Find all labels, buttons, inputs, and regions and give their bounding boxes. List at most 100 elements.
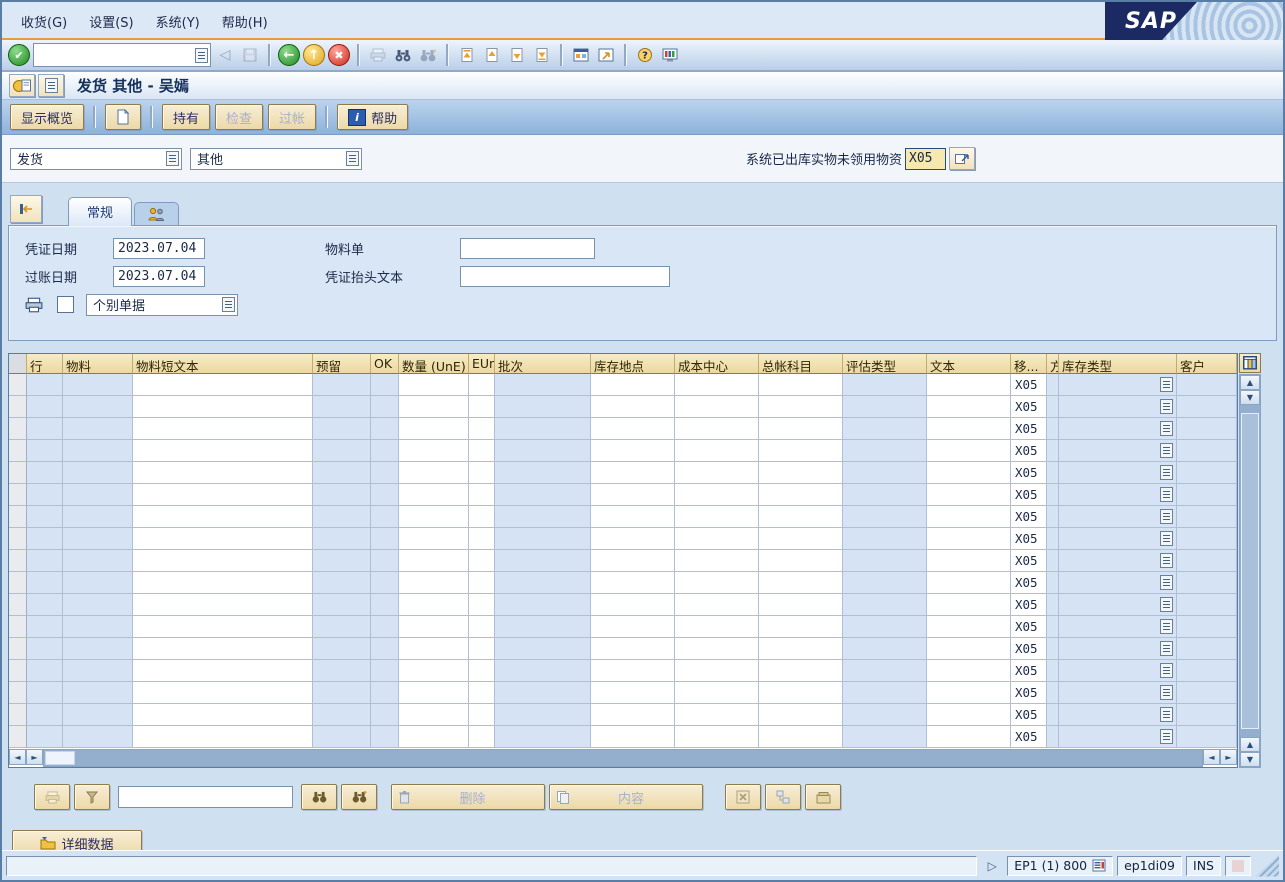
cell-gl_account[interactable]: [759, 418, 843, 440]
cell-quantity[interactable]: [399, 418, 469, 440]
cell-ok[interactable]: [371, 616, 399, 638]
cell-eun[interactable]: [469, 572, 495, 594]
display-overview-button[interactable]: 显示概览: [10, 104, 84, 130]
cell-customer[interactable]: [1177, 484, 1237, 506]
cell-valuation_type[interactable]: [843, 440, 927, 462]
stock-type-dropdown-icon[interactable]: [1160, 399, 1173, 414]
stock-type-dropdown-icon[interactable]: [1160, 707, 1173, 722]
cell-cost_center[interactable]: [675, 528, 759, 550]
clear-button[interactable]: [725, 784, 761, 810]
cell-direction[interactable]: [1047, 594, 1059, 616]
column-header-quantity[interactable]: 数量 (UnE): [399, 354, 469, 374]
cell-cost_center[interactable]: [675, 638, 759, 660]
cell-gl_account[interactable]: [759, 528, 843, 550]
first-page-icon[interactable]: [456, 44, 478, 66]
movement-type-field[interactable]: X05: [905, 148, 946, 170]
cell-material_short_text[interactable]: [133, 638, 313, 660]
previous-page-icon[interactable]: [481, 44, 503, 66]
cell-gl_account[interactable]: [759, 462, 843, 484]
menu-settings[interactable]: 设置(S): [78, 7, 144, 38]
column-header-text[interactable]: 文本: [927, 354, 1011, 374]
cell-material[interactable]: [63, 572, 133, 594]
cell-quantity[interactable]: [399, 704, 469, 726]
stock-type-dropdown-icon[interactable]: [1160, 421, 1173, 436]
stock-type-dropdown-icon[interactable]: [1160, 575, 1173, 590]
cell-valuation_type[interactable]: [843, 396, 927, 418]
cell-ok[interactable]: [371, 506, 399, 528]
cell-gl_account[interactable]: [759, 616, 843, 638]
column-header-direction[interactable]: 方: [1047, 354, 1059, 374]
cell-storage_location[interactable]: [591, 726, 675, 748]
cell-reservation[interactable]: [313, 638, 371, 660]
cell-storage_location[interactable]: [591, 594, 675, 616]
cell-cost_center[interactable]: [675, 726, 759, 748]
check-button[interactable]: 检查: [215, 104, 263, 130]
cell-text[interactable]: [927, 440, 1011, 462]
cell-customer[interactable]: [1177, 528, 1237, 550]
cell-valuation_type[interactable]: [843, 616, 927, 638]
tab-general[interactable]: 常规: [68, 197, 132, 226]
slip-type-select[interactable]: 个别单据: [86, 294, 238, 316]
cell-eun[interactable]: [469, 726, 495, 748]
cell-storage_location[interactable]: [591, 528, 675, 550]
cell-ok[interactable]: [371, 704, 399, 726]
cell-text[interactable]: [927, 638, 1011, 660]
cell-stock_type[interactable]: [1059, 682, 1177, 704]
cell-direction[interactable]: [1047, 704, 1059, 726]
cell-material_short_text[interactable]: [133, 418, 313, 440]
cell-batch[interactable]: [495, 660, 591, 682]
stock-type-dropdown-icon[interactable]: [1160, 553, 1173, 568]
cell-reservation[interactable]: [313, 550, 371, 572]
cell-stock_type[interactable]: [1059, 484, 1177, 506]
cell-ok[interactable]: [371, 462, 399, 484]
cell-customer[interactable]: [1177, 682, 1237, 704]
cell-stock_type[interactable]: [1059, 616, 1177, 638]
menu-goods-receipt[interactable]: 收货(G): [10, 7, 78, 38]
copy-structure-button[interactable]: [765, 784, 801, 810]
cell-cost_center[interactable]: [675, 550, 759, 572]
delete-item-button[interactable]: 删除: [391, 784, 545, 810]
material-slip-field[interactable]: [460, 238, 595, 259]
cell-stock_type[interactable]: [1059, 660, 1177, 682]
next-page-icon[interactable]: [506, 44, 528, 66]
archive-button[interactable]: [805, 784, 841, 810]
column-header-material[interactable]: 物料: [63, 354, 133, 374]
cell-material_short_text[interactable]: [133, 550, 313, 572]
services-for-object-button[interactable]: [9, 74, 35, 97]
tab-partner[interactable]: [134, 202, 179, 225]
cell-batch[interactable]: [495, 638, 591, 660]
cell-eun[interactable]: [469, 660, 495, 682]
posting-date-field[interactable]: 2023.07.04: [113, 266, 205, 287]
command-dropdown-icon[interactable]: [195, 48, 208, 63]
cell-line[interactable]: [27, 638, 63, 660]
cell-stock_type[interactable]: [1059, 462, 1177, 484]
dropdown-icon[interactable]: [166, 151, 179, 166]
cell-eun[interactable]: [469, 418, 495, 440]
cell-text[interactable]: [927, 418, 1011, 440]
cell-movement_type[interactable]: X05: [1011, 594, 1047, 616]
cell-batch[interactable]: [495, 572, 591, 594]
cell-cost_center[interactable]: [675, 374, 759, 396]
new-session-icon[interactable]: [570, 44, 592, 66]
title-menu-button[interactable]: [38, 74, 64, 97]
cell-storage_location[interactable]: [591, 462, 675, 484]
cell-stock_type[interactable]: [1059, 396, 1177, 418]
row-selector[interactable]: [9, 638, 27, 660]
cell-line[interactable]: [27, 396, 63, 418]
find-next-icon[interactable]: [417, 44, 439, 66]
cell-line[interactable]: [27, 660, 63, 682]
cell-storage_location[interactable]: [591, 704, 675, 726]
cell-eun[interactable]: [469, 440, 495, 462]
cell-ok[interactable]: [371, 594, 399, 616]
save-icon[interactable]: [239, 44, 261, 66]
system-list-icon[interactable]: [1092, 859, 1106, 872]
scroll-left-icon[interactable]: [1203, 749, 1220, 765]
dropdown-icon[interactable]: [222, 297, 235, 312]
cell-direction[interactable]: [1047, 682, 1059, 704]
cell-eun[interactable]: [469, 462, 495, 484]
cell-eun[interactable]: [469, 616, 495, 638]
contents-button[interactable]: 内容: [549, 784, 703, 810]
cell-storage_location[interactable]: [591, 484, 675, 506]
cell-direction[interactable]: [1047, 418, 1059, 440]
cell-ok[interactable]: [371, 682, 399, 704]
